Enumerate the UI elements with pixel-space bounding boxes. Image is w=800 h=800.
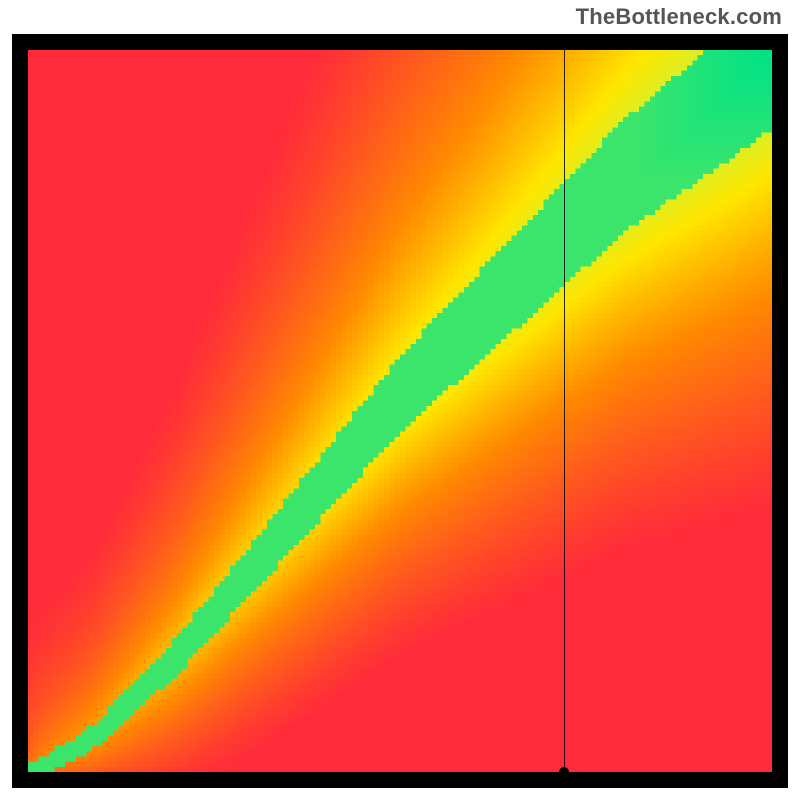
heatmap-plot xyxy=(28,50,772,772)
marker-point xyxy=(559,767,569,777)
heatmap-canvas xyxy=(28,50,772,772)
attribution-text: TheBottleneck.com xyxy=(576,4,782,30)
chart-container: TheBottleneck.com xyxy=(0,0,800,800)
crosshair-vertical xyxy=(564,50,565,772)
chart-frame xyxy=(12,34,788,788)
crosshair-horizontal xyxy=(28,772,772,773)
